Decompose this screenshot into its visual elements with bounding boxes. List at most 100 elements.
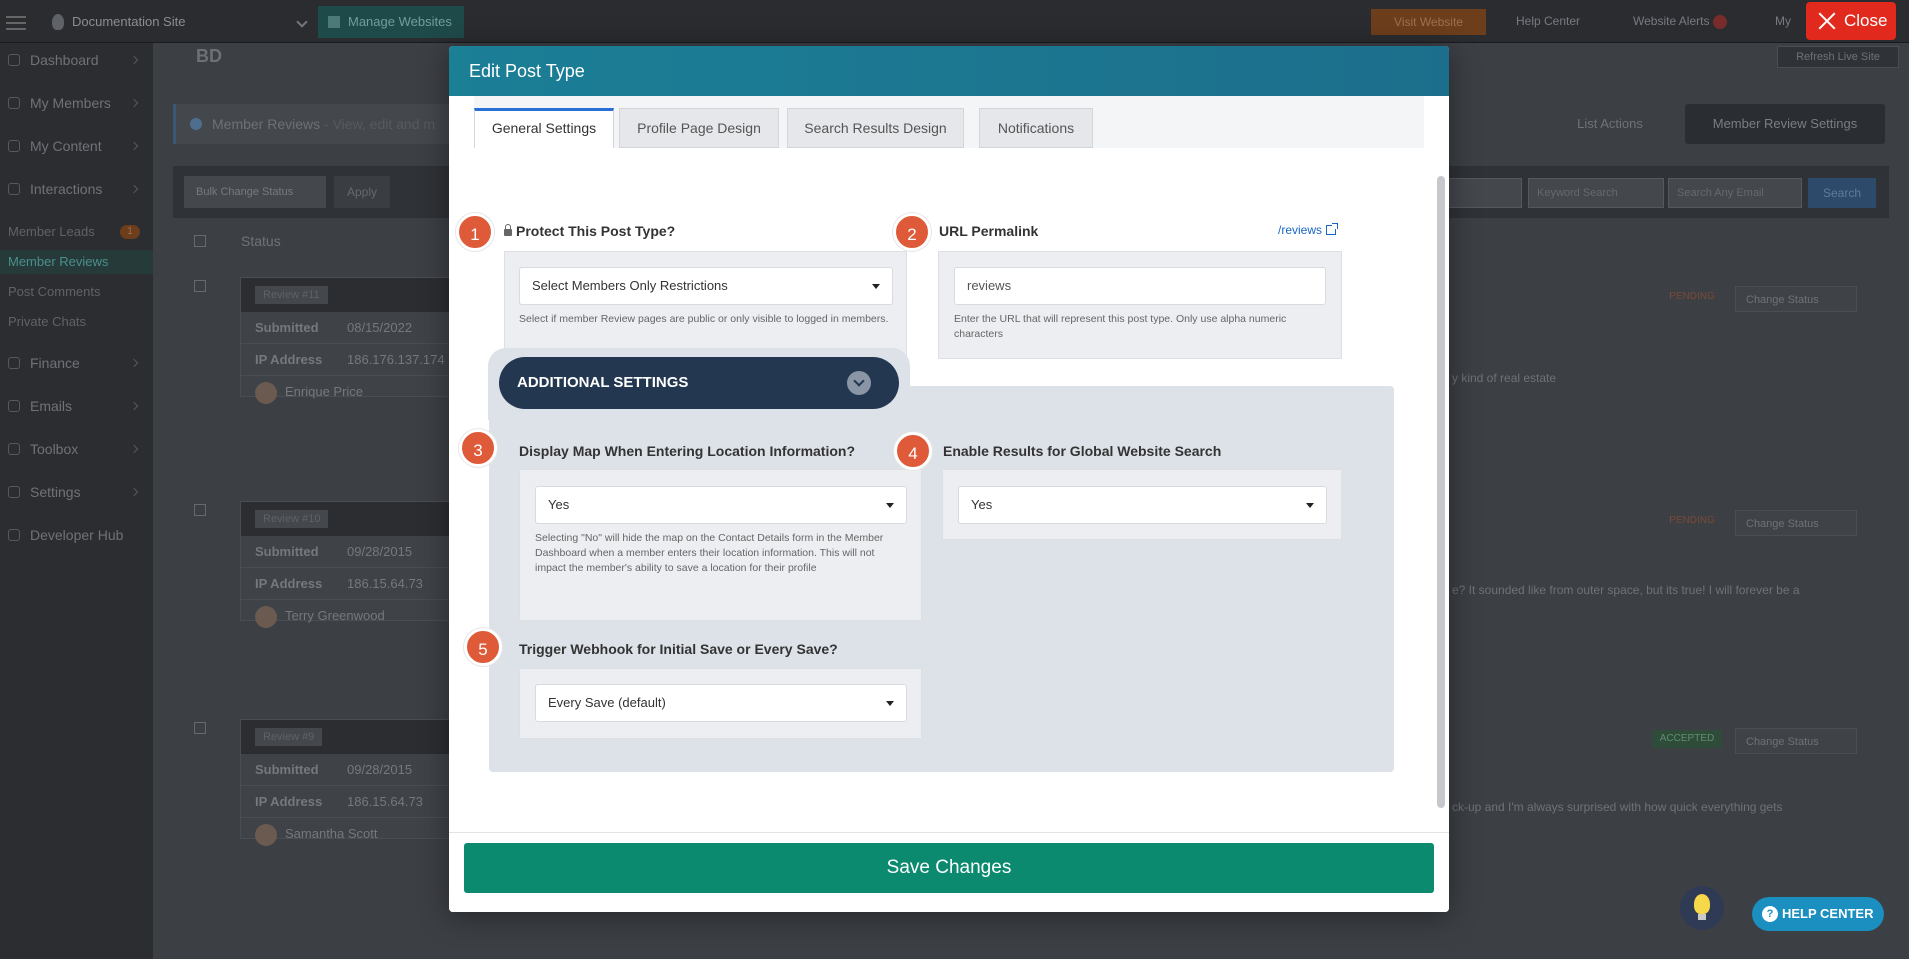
modal-scrollbar[interactable] bbox=[1437, 176, 1445, 808]
chevron-right-icon bbox=[129, 141, 139, 151]
step-number-1: 1 bbox=[456, 213, 494, 251]
chevron-right-icon bbox=[129, 401, 139, 411]
question-icon: ? bbox=[1762, 906, 1778, 922]
step-number-2: 2 bbox=[893, 213, 931, 251]
refresh-live-site-button[interactable]: Refresh Live Site bbox=[1777, 46, 1899, 68]
protect-select[interactable]: Select Members Only Restrictions bbox=[519, 267, 893, 305]
sidebar-sub-private-chats[interactable]: Private Chats bbox=[0, 310, 153, 334]
chat-icon bbox=[8, 183, 20, 195]
modal-title: Edit Post Type bbox=[449, 46, 1449, 96]
sidebar-item-toolbox[interactable]: Toolbox bbox=[0, 434, 153, 464]
lightbulb-icon[interactable] bbox=[1680, 886, 1724, 930]
search-button[interactable]: Search bbox=[1808, 178, 1876, 208]
lock-icon bbox=[504, 224, 512, 236]
external-link-icon bbox=[1326, 223, 1339, 235]
bulk-change-status-button[interactable]: Bulk Change Status bbox=[184, 176, 326, 208]
sidebar-item-developer-hub[interactable]: Developer Hub bbox=[0, 520, 153, 550]
additional-settings-toggle[interactable]: ADDITIONAL SETTINGS bbox=[499, 357, 899, 409]
code-icon bbox=[8, 529, 20, 541]
review-snippet: y kind of real estate bbox=[1452, 371, 1557, 385]
caret-down-icon bbox=[1306, 503, 1314, 508]
display-map-label: Display Map When Entering Location Infor… bbox=[519, 443, 856, 459]
chevron-right-icon bbox=[129, 55, 139, 65]
close-icon bbox=[1816, 10, 1838, 32]
chevron-right-icon bbox=[129, 487, 139, 497]
site-selector[interactable]: Documentation Site bbox=[44, 6, 314, 38]
chevron-right-icon bbox=[129, 98, 139, 108]
folder-icon bbox=[8, 140, 20, 152]
row-checkbox[interactable] bbox=[194, 504, 206, 516]
my-account-link[interactable]: My bbox=[1775, 14, 1791, 28]
app-root: Documentation Site Manage Websites Visit… bbox=[0, 0, 1909, 959]
keyword-search-input[interactable]: Keyword Search bbox=[1528, 178, 1664, 208]
row-checkbox[interactable] bbox=[194, 280, 206, 292]
permalink-input[interactable]: reviews bbox=[954, 267, 1326, 305]
tab-notifications[interactable]: Notifications bbox=[979, 108, 1093, 148]
list-actions-button[interactable]: List Actions bbox=[1555, 108, 1665, 140]
apply-button[interactable]: Apply bbox=[334, 176, 390, 208]
manage-websites-button[interactable]: Manage Websites bbox=[318, 6, 464, 38]
sidebar-item-emails[interactable]: Emails bbox=[0, 391, 153, 421]
info-icon bbox=[190, 118, 202, 130]
status-badge: ACCEPTED bbox=[1652, 730, 1722, 748]
sidebar: Dashboard My Members My Content Interact… bbox=[0, 43, 153, 959]
sidebar-item-interactions[interactable]: Interactions bbox=[0, 174, 153, 204]
permalink-link[interactable]: /reviews bbox=[1278, 223, 1339, 237]
tab-general-settings[interactable]: General Settings bbox=[474, 108, 614, 148]
save-changes-button[interactable]: Save Changes bbox=[464, 843, 1434, 893]
website-alerts-link[interactable]: Website Alerts bbox=[1633, 14, 1728, 29]
permalink-label: URL Permalink bbox=[939, 223, 1039, 239]
breadcrumb: Member Reviews - View, edit and m bbox=[173, 104, 473, 144]
protect-label: Protect This Post Type? bbox=[504, 223, 675, 239]
display-map-hint: Selecting "No" will hide the map on the … bbox=[535, 532, 884, 574]
logo: BD bbox=[196, 46, 222, 66]
row-checkbox[interactable] bbox=[194, 722, 206, 734]
member-review-settings-button[interactable]: Member Review Settings bbox=[1685, 104, 1885, 144]
avatar: Samantha Scott bbox=[241, 818, 469, 850]
sidebar-item-finance[interactable]: Finance bbox=[0, 348, 153, 378]
webhook-select[interactable]: Every Save (default) bbox=[535, 684, 907, 722]
sidebar-sub-member-reviews[interactable]: Member Reviews bbox=[0, 250, 153, 274]
site-name: Documentation Site bbox=[72, 14, 186, 29]
caret-down-icon bbox=[886, 503, 894, 508]
alert-badge bbox=[1713, 14, 1728, 29]
global-search-label: Enable Results for Global Website Search bbox=[943, 443, 1222, 459]
visit-website-button[interactable]: Visit Website bbox=[1371, 9, 1486, 35]
caret-down-icon bbox=[872, 284, 880, 289]
tab-search-results-design[interactable]: Search Results Design bbox=[787, 108, 964, 148]
review-card: Review #9 Submitted 09/28/2015 IP Address… bbox=[240, 719, 470, 846]
display-map-select[interactable]: Yes bbox=[535, 486, 907, 524]
sidebar-item-dashboard[interactable]: Dashboard bbox=[0, 45, 153, 75]
step-number-4: 4 bbox=[894, 432, 932, 470]
help-center-link[interactable]: Help Center bbox=[1516, 14, 1580, 28]
sidebar-sub-member-leads[interactable]: Member Leads 1 bbox=[0, 220, 153, 244]
close-label: Close bbox=[1844, 11, 1888, 30]
sidebar-sub-post-comments[interactable]: Post Comments bbox=[0, 280, 153, 304]
change-status-button[interactable]: Change Status bbox=[1735, 286, 1857, 312]
status-badge: PENDING bbox=[1669, 515, 1715, 526]
help-center-button[interactable]: ? HELP CENTER bbox=[1752, 897, 1884, 931]
chevron-down-icon bbox=[847, 371, 871, 395]
sidebar-item-content[interactable]: My Content bbox=[0, 131, 153, 161]
chevron-down-icon bbox=[129, 184, 139, 194]
edit-post-type-modal: Edit Post Type General Settings Profile … bbox=[449, 46, 1449, 912]
tab-profile-page-design[interactable]: Profile Page Design bbox=[619, 108, 779, 148]
review-card: Review #11 Submitted 08/15/2022 IP Addres… bbox=[240, 277, 470, 404]
leads-count-badge: 1 bbox=[120, 225, 140, 239]
step-number-5: 5 bbox=[464, 628, 502, 666]
sidebar-item-members[interactable]: My Members bbox=[0, 88, 153, 118]
chevron-right-icon bbox=[129, 444, 139, 454]
close-button[interactable]: Close bbox=[1806, 2, 1896, 40]
change-status-button[interactable]: Change Status bbox=[1735, 510, 1857, 536]
status-badge: PENDING bbox=[1669, 291, 1715, 302]
change-status-button[interactable]: Change Status bbox=[1735, 728, 1857, 754]
sidebar-item-settings[interactable]: Settings bbox=[0, 477, 153, 507]
review-snippet: e? It sounded like from outer space, but… bbox=[1452, 583, 1800, 597]
chevron-down-icon bbox=[296, 16, 308, 28]
menu-icon[interactable] bbox=[6, 12, 26, 30]
review-card: Review #10 Submitted 09/28/2015 IP Addres… bbox=[240, 501, 470, 628]
avatar: Enrique Price bbox=[241, 376, 469, 408]
avatar: Terry Greenwood bbox=[241, 600, 469, 632]
email-search-input[interactable]: Search Any Email bbox=[1668, 178, 1802, 208]
global-search-select[interactable]: Yes bbox=[958, 486, 1327, 524]
